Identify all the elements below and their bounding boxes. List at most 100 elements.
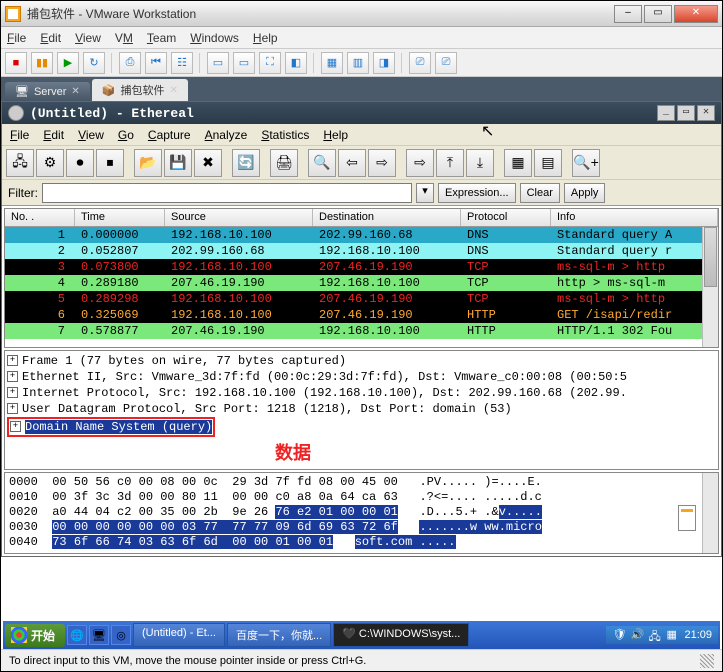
packet-row[interactable]: 30.073800192.168.10.100207.46.19.190TCPm… [5, 259, 718, 275]
hex-line[interactable]: 0020 a0 44 04 c2 00 35 00 2b 9e 26 76 e2… [9, 505, 714, 520]
vertical-scrollbar[interactable] [702, 227, 718, 347]
close-tab-icon[interactable]: ✕ [71, 86, 79, 97]
quick-switch-icon[interactable]: ▭ [233, 52, 255, 74]
packet-bytes-pane[interactable]: 0000 00 50 56 c0 00 08 00 0c 29 3d 7f fd… [4, 472, 719, 554]
eth-menu-edit[interactable]: Edit [43, 128, 64, 142]
stop-capture-icon[interactable]: ⏹ [96, 149, 124, 177]
taskbar-item[interactable]: (Untitled) - Et... [133, 623, 225, 647]
reset-icon[interactable]: ↻ [83, 52, 105, 74]
go-last-icon[interactable]: ⤓ [466, 149, 494, 177]
tray-clock[interactable]: 21:09 [684, 629, 712, 641]
eth-minimize-button[interactable]: _ [657, 105, 675, 121]
snapshot-icon[interactable]: ⎙ [119, 52, 141, 74]
capture-movie-icon[interactable]: ⎚ [435, 52, 457, 74]
save-icon[interactable]: 💾 [164, 149, 192, 177]
unity-icon[interactable]: ◧ [285, 52, 307, 74]
tree-udp[interactable]: +User Datagram Protocol, Src Port: 1218 … [7, 401, 716, 417]
start-capture-icon[interactable]: ⏺ [66, 149, 94, 177]
hex-line[interactable]: 0010 00 3f 3c 3d 00 00 80 11 00 00 c0 a8… [9, 490, 714, 505]
close-button[interactable]: ✕ [674, 5, 718, 23]
packet-row[interactable]: 50.289298192.168.10.100207.46.19.190TCPm… [5, 291, 718, 307]
start-button[interactable]: 开始 [5, 624, 65, 647]
apply-button[interactable]: Apply [564, 183, 606, 203]
print-icon[interactable]: 🖨 [270, 149, 298, 177]
maximize-button[interactable]: ▭ [644, 5, 672, 23]
menu-vm[interactable]: VM [115, 31, 133, 45]
filter-input[interactable] [42, 183, 412, 203]
col-header-no[interactable]: No. . [5, 209, 75, 226]
eth-menu-capture[interactable]: Capture [148, 128, 191, 142]
col-header-destination[interactable]: Destination [313, 209, 461, 226]
hex-line[interactable]: 0000 00 50 56 c0 00 08 00 0c 29 3d 7f fd… [9, 475, 714, 490]
tree-ip[interactable]: +Internet Protocol, Src: 192.168.10.100 … [7, 385, 716, 401]
stop-icon[interactable]: ■ [5, 52, 27, 74]
menu-help[interactable]: Help [253, 31, 278, 45]
packet-details-pane[interactable]: +Frame 1 (77 bytes on wire, 77 bytes cap… [4, 350, 719, 470]
go-back-icon[interactable]: ⇦ [338, 149, 366, 177]
hex-line[interactable]: 0030 00 00 00 00 00 00 03 77 77 77 09 6d… [9, 520, 714, 535]
manage-snapshot-icon[interactable]: ☷ [171, 52, 193, 74]
menu-view[interactable]: View [75, 31, 101, 45]
resize-grip-icon[interactable] [700, 654, 714, 668]
eth-menu-view[interactable]: View [78, 128, 104, 142]
eth-menu-statistics[interactable]: Statistics [261, 128, 309, 142]
summary-icon[interactable]: ▦ [321, 52, 343, 74]
quicklaunch-desktop-icon[interactable]: 🖥 [89, 625, 109, 645]
quicklaunch-ie-icon[interactable]: 🌐 [67, 625, 87, 645]
eth-menu-file[interactable]: File [10, 128, 29, 142]
options-icon[interactable]: ⚙ [36, 149, 64, 177]
menu-windows[interactable]: Windows [190, 31, 239, 45]
packet-list-header[interactable]: No. . Time Source Destination Protocol I… [5, 209, 718, 227]
filter-dropdown-icon[interactable]: ▾ [416, 183, 434, 203]
tab-server[interactable]: 🖥 Server ✕ [5, 82, 90, 101]
close-file-icon[interactable]: ✖ [194, 149, 222, 177]
colorize-icon[interactable]: ▦ [504, 149, 532, 177]
play-icon[interactable]: ▶ [57, 52, 79, 74]
tray-network-icon[interactable]: 🖧 [648, 628, 662, 642]
hex-scrollbar[interactable] [702, 473, 718, 553]
close-tab-icon[interactable]: ✕ [169, 85, 177, 96]
minimize-button[interactable]: – [614, 5, 642, 23]
taskbar-item[interactable]: 🖤 C:\WINDOWS\syst... [333, 623, 469, 647]
hex-tool-icon[interactable] [678, 505, 696, 531]
packet-list-pane[interactable]: No. . Time Source Destination Protocol I… [4, 208, 719, 348]
fullscreen-icon[interactable]: ⛶ [259, 52, 281, 74]
packet-row[interactable]: 20.052807202.99.160.68192.168.10.100DNSS… [5, 243, 718, 259]
tray-vmware-icon[interactable]: ▦ [666, 628, 680, 642]
pause-icon[interactable]: ▮▮ [31, 52, 53, 74]
col-header-info[interactable]: Info [551, 209, 718, 226]
tab-capture-software[interactable]: 📦 捕包软件 ✕ [92, 79, 188, 101]
find-icon[interactable]: 🔍 [308, 149, 336, 177]
zoom-in-icon[interactable]: 🔍+ [572, 149, 600, 177]
packet-row[interactable]: 40.289180207.46.19.190192.168.10.100TCPh… [5, 275, 718, 291]
packet-row[interactable]: 60.325069192.168.10.100207.46.19.190HTTP… [5, 307, 718, 323]
hex-line[interactable]: 0040 73 6f 66 74 03 63 6f 6d 00 00 01 00… [9, 535, 714, 550]
menu-file[interactable]: File [7, 31, 26, 45]
tree-dns[interactable]: +Domain Name System (query) [7, 417, 716, 437]
auto-scroll-icon[interactable]: ▤ [534, 149, 562, 177]
col-header-protocol[interactable]: Protocol [461, 209, 551, 226]
clear-button[interactable]: Clear [520, 183, 560, 203]
col-header-source[interactable]: Source [165, 209, 313, 226]
expression-button[interactable]: Expression... [438, 183, 516, 203]
tree-frame[interactable]: +Frame 1 (77 bytes on wire, 77 bytes cap… [7, 353, 716, 369]
revert-icon[interactable]: ⏮ [145, 52, 167, 74]
system-tray[interactable]: 🛡 🔊 🖧 ▦ 21:09 [606, 626, 718, 644]
taskbar-item[interactable]: 百度一下，你就... [227, 623, 331, 647]
menu-team[interactable]: Team [147, 31, 176, 45]
tree-ethernet[interactable]: +Ethernet II, Src: Vmware_3d:7f:fd (00:0… [7, 369, 716, 385]
go-forward-icon[interactable]: ⇨ [368, 149, 396, 177]
eth-maximize-button[interactable]: ▭ [677, 105, 695, 121]
console-icon[interactable]: ▥ [347, 52, 369, 74]
tray-shield-icon[interactable]: 🛡 [612, 628, 626, 642]
go-to-icon[interactable]: ⇨ [406, 149, 434, 177]
quicklaunch-ethereal-icon[interactable]: ◎ [111, 625, 131, 645]
go-first-icon[interactable]: ⤒ [436, 149, 464, 177]
col-header-time[interactable]: Time [75, 209, 165, 226]
interfaces-icon[interactable]: 🖧 [6, 149, 34, 177]
menu-edit[interactable]: Edit [40, 31, 61, 45]
open-file-icon[interactable]: 📂 [134, 149, 162, 177]
eth-close-button[interactable]: ✕ [697, 105, 715, 121]
capture-icon[interactable]: ⎚ [409, 52, 431, 74]
reload-icon[interactable]: 🔄 [232, 149, 260, 177]
